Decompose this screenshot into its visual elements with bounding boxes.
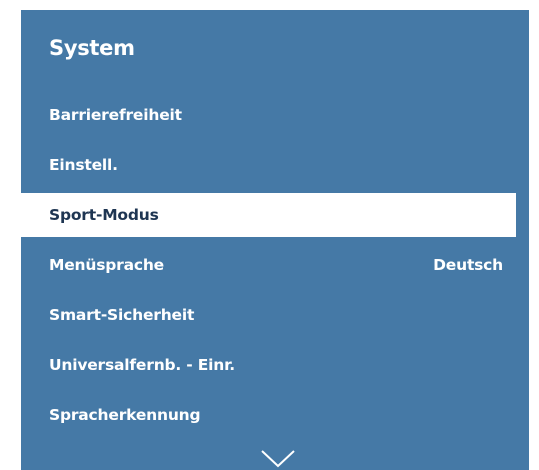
menu-item-smart-sicherheit[interactable]: Smart-Sicherheit [21,293,521,337]
chevron-down-icon[interactable] [261,450,295,468]
menu-item-label: Universalfernb. - Einr. [49,356,235,374]
menu-item-label: Einstell. [49,156,118,174]
menu-item-barrierefreiheit[interactable]: Barrierefreiheit [21,93,521,137]
menu-item-label: Sport-Modus [49,206,159,224]
menu-item-einstell[interactable]: Einstell. [21,143,521,187]
menu-item-label: Spracherkennung [49,406,201,424]
menu-item-label: Smart-Sicherheit [49,306,195,324]
menu-item-universalfernbedienung[interactable]: Universalfernb. - Einr. [21,343,521,387]
menu-item-spracherkennung[interactable]: Spracherkennung [21,393,521,437]
menu-list: Barrierefreiheit Einstell. Sport-Modus M… [21,93,529,443]
menu-item-label: Barrierefreiheit [49,106,182,124]
menu-item-value: Deutsch [433,256,503,274]
menu-item-menuesprache[interactable]: Menüsprache Deutsch [21,243,521,287]
menu-item-label: Menüsprache [49,256,164,274]
panel-title: System [49,36,135,60]
system-menu-panel: System Barrierefreiheit Einstell. Sport-… [21,10,529,470]
menu-item-sport-modus[interactable]: Sport-Modus [21,193,516,237]
